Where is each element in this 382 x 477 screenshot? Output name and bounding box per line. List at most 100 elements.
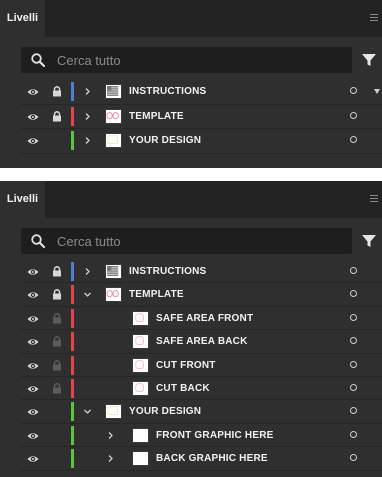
- layer-row[interactable]: YOUR DESIGN: [21, 129, 382, 154]
- layer-row[interactable]: CUT BACK: [21, 377, 382, 401]
- layer-row[interactable]: YOUR DESIGN: [21, 400, 382, 424]
- chevron-right-icon[interactable]: [106, 454, 115, 463]
- panel-menu-icon[interactable]: [370, 14, 378, 22]
- search-icon: [31, 53, 46, 68]
- layers-panel-expanded: Livelli INSTRUCTIONSTEMPLATESAFE AREA FR…: [0, 181, 382, 477]
- layer-thumbnail: [132, 310, 149, 326]
- chevron-down-icon[interactable]: [83, 290, 92, 299]
- layer-row[interactable]: TEMPLATE: [21, 283, 382, 307]
- layer-row[interactable]: SAFE AREA BACK: [21, 330, 382, 354]
- layer-name[interactable]: YOUR DESIGN: [129, 400, 201, 423]
- chevron-right-icon[interactable]: [83, 267, 92, 276]
- lock-inherited-icon[interactable]: [52, 382, 62, 394]
- chevron-down-icon[interactable]: [83, 407, 92, 416]
- visibility-eye-icon[interactable]: [27, 289, 39, 301]
- layer-name[interactable]: FRONT GRAPHIC HERE: [156, 424, 274, 447]
- target-circle-icon[interactable]: [350, 383, 357, 391]
- layer-color-bar: [71, 308, 74, 328]
- layer-color-bar: [71, 449, 74, 469]
- layer-color-bar: [71, 402, 74, 422]
- visibility-eye-icon[interactable]: [27, 313, 39, 325]
- target-circle-icon[interactable]: [350, 407, 357, 415]
- panel-tab-bar: Livelli: [0, 0, 382, 37]
- lock-icon[interactable]: [52, 85, 62, 97]
- visibility-eye-icon[interactable]: [27, 111, 39, 123]
- layer-name[interactable]: BACK GRAPHIC HERE: [156, 447, 268, 470]
- layer-name[interactable]: INSTRUCTIONS: [129, 80, 206, 103]
- layer-thumbnail: [132, 334, 149, 350]
- visibility-eye-icon[interactable]: [27, 135, 39, 147]
- visibility-eye-icon[interactable]: [27, 383, 39, 395]
- layer-color-bar: [71, 378, 74, 398]
- target-circle-icon[interactable]: [350, 136, 357, 143]
- target-circle-icon[interactable]: [350, 87, 357, 94]
- layer-name[interactable]: TEMPLATE: [129, 283, 184, 306]
- layer-name[interactable]: SAFE AREA BACK: [156, 330, 248, 353]
- lock-inherited-icon[interactable]: [52, 359, 62, 371]
- visibility-eye-icon[interactable]: [27, 453, 39, 465]
- layer-name[interactable]: CUT BACK: [156, 377, 210, 400]
- layer-row[interactable]: INSTRUCTIONS: [21, 80, 382, 105]
- filter-icon[interactable]: [361, 233, 377, 249]
- chevron-right-icon[interactable]: [83, 136, 92, 145]
- chevron-right-icon[interactable]: [106, 431, 115, 440]
- layer-row[interactable]: TEMPLATE: [21, 105, 382, 129]
- lock-inherited-icon[interactable]: [52, 335, 62, 347]
- layer-name[interactable]: SAFE AREA FRONT: [156, 307, 253, 330]
- layer-color-bar: [71, 355, 74, 375]
- panel-menu-icon[interactable]: [370, 195, 378, 203]
- lock-icon[interactable]: [52, 265, 62, 277]
- layer-thumbnail: [132, 427, 149, 443]
- target-circle-icon[interactable]: [350, 313, 357, 321]
- layer-color-bar: [71, 425, 74, 445]
- layer-color-bar: [71, 106, 74, 126]
- target-circle-icon[interactable]: [350, 267, 357, 274]
- visibility-eye-icon[interactable]: [27, 266, 39, 278]
- target-circle-icon[interactable]: [350, 111, 357, 119]
- target-circle-icon[interactable]: [350, 290, 357, 298]
- layer-name[interactable]: CUT FRONT: [156, 354, 216, 377]
- lock-icon[interactable]: [52, 110, 62, 122]
- layer-color-bar: [71, 131, 74, 150]
- layer-name[interactable]: YOUR DESIGN: [129, 129, 201, 152]
- layer-thumbnail: [105, 287, 122, 303]
- layer-color-bar: [71, 262, 74, 281]
- lock-icon[interactable]: [52, 288, 62, 300]
- layer-thumbnail: [105, 108, 122, 124]
- visibility-eye-icon[interactable]: [27, 360, 39, 372]
- target-circle-icon[interactable]: [350, 430, 357, 438]
- layer-thumbnail: [105, 133, 122, 148]
- search-box[interactable]: [21, 228, 352, 254]
- lock-inherited-icon[interactable]: [52, 312, 62, 324]
- layer-row[interactable]: CUT FRONT: [21, 354, 382, 377]
- search-input[interactable]: [57, 228, 337, 254]
- visibility-eye-icon[interactable]: [27, 406, 39, 418]
- layer-thumbnail: [132, 380, 149, 396]
- search-icon: [31, 234, 46, 249]
- visibility-eye-icon[interactable]: [27, 86, 39, 98]
- tab-layers[interactable]: Livelli: [0, 0, 45, 37]
- target-circle-icon[interactable]: [350, 337, 357, 345]
- layer-row[interactable]: INSTRUCTIONS: [21, 260, 382, 284]
- layer-row[interactable]: FRONT GRAPHIC HERE: [21, 424, 382, 448]
- layer-color-bar: [71, 285, 74, 305]
- visibility-eye-icon[interactable]: [27, 430, 39, 442]
- search-row: [0, 218, 382, 258]
- tab-layers[interactable]: Livelli: [0, 181, 45, 218]
- visibility-eye-icon[interactable]: [27, 336, 39, 348]
- search-box[interactable]: [21, 47, 352, 73]
- panel-tab-bar: Livelli: [0, 181, 382, 218]
- layer-name[interactable]: TEMPLATE: [129, 105, 184, 128]
- chevron-right-icon[interactable]: [83, 112, 92, 121]
- filter-icon[interactable]: [361, 52, 377, 68]
- layer-list: INSTRUCTIONS TEMPLATE SAFE AREA FRONT SAFE …: [21, 260, 382, 471]
- layer-thumbnail: [105, 264, 122, 279]
- chevron-right-icon[interactable]: [83, 87, 92, 96]
- layer-row[interactable]: SAFE AREA FRONT: [21, 307, 382, 331]
- search-input[interactable]: [57, 47, 337, 73]
- layer-name[interactable]: INSTRUCTIONS: [129, 260, 206, 283]
- target-circle-icon[interactable]: [350, 360, 357, 368]
- layer-row[interactable]: BACK GRAPHIC HERE: [21, 447, 382, 471]
- target-circle-icon[interactable]: [350, 454, 357, 462]
- layer-list: INSTRUCTIONS TEMPLATE YOUR DESIGN: [21, 80, 382, 154]
